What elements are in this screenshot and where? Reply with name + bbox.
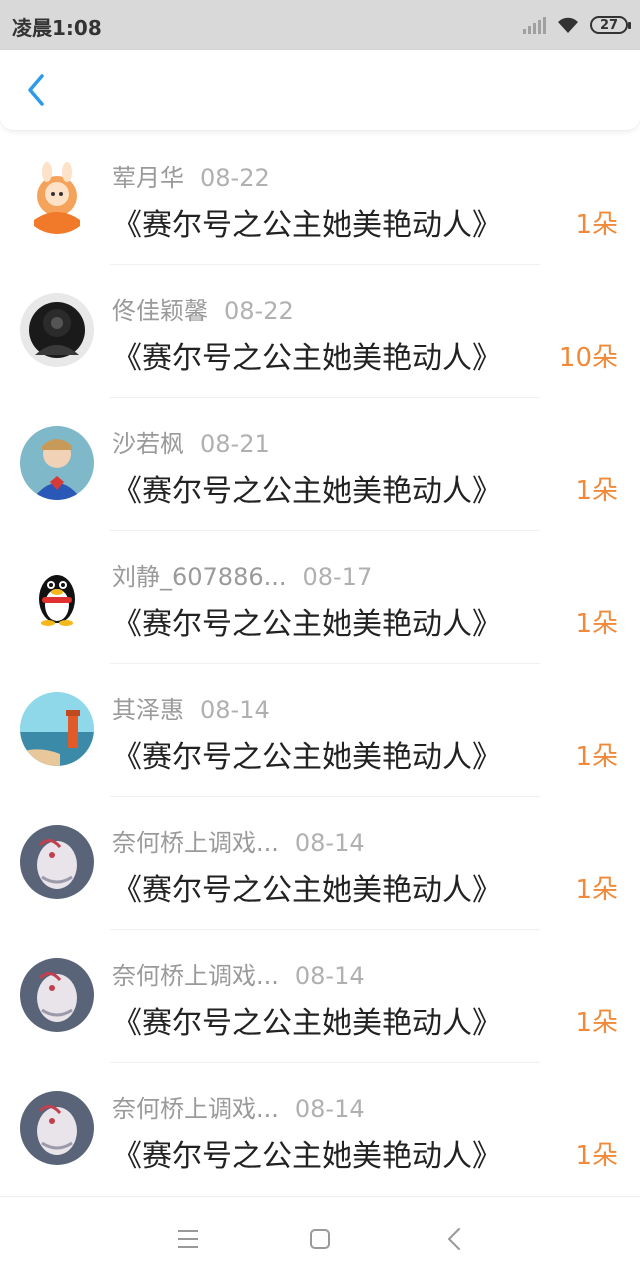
date: 08-14 bbox=[200, 696, 270, 724]
header bbox=[0, 50, 640, 131]
user-name: 其泽惠 bbox=[112, 696, 184, 724]
list-item[interactable]: 荤月华 08-22 《赛尔号之公主她美艳动人》 1朵 bbox=[0, 132, 640, 265]
book-title: 《赛尔号之公主她美艳动人》 bbox=[112, 873, 502, 908]
avatar bbox=[20, 293, 94, 367]
avatar bbox=[20, 160, 94, 234]
item-meta: 其泽惠 08-14 bbox=[112, 690, 270, 725]
battery-level: 27 bbox=[599, 17, 619, 33]
avatar bbox=[20, 825, 94, 899]
flower-count: 10朵 bbox=[558, 343, 618, 373]
date: 08-22 bbox=[224, 297, 294, 325]
flower-count: 1朵 bbox=[575, 609, 618, 639]
item-meta: 奈何桥上调戏... 08-14 bbox=[112, 956, 365, 991]
avatar bbox=[20, 559, 94, 633]
book-title: 《赛尔号之公主她美艳动人》 bbox=[112, 341, 502, 376]
user-name: 奈何桥上调戏... bbox=[112, 962, 279, 990]
list-item[interactable]: 奈何桥上调戏... 08-14 《赛尔号之公主她美艳动人》 1朵 bbox=[0, 797, 640, 930]
list-item[interactable]: 刘静_607886... 08-17 《赛尔号之公主她美艳动人》 1朵 bbox=[0, 531, 640, 664]
date: 08-22 bbox=[200, 164, 270, 192]
wifi-icon bbox=[556, 15, 580, 35]
back-icon bbox=[448, 1228, 460, 1250]
flower-count: 1朵 bbox=[575, 476, 618, 506]
user-name: 沙若枫 bbox=[112, 430, 184, 458]
flower-count: 1朵 bbox=[575, 875, 618, 905]
flower-count: 1朵 bbox=[575, 1008, 618, 1038]
book-title: 《赛尔号之公主她美艳动人》 bbox=[112, 208, 502, 243]
date: 08-14 bbox=[294, 1095, 365, 1123]
avatar bbox=[20, 426, 94, 500]
date: 08-17 bbox=[302, 563, 373, 591]
user-name: 奈何桥上调戏... bbox=[112, 829, 279, 857]
back-button[interactable] bbox=[18, 72, 54, 108]
signal-icon bbox=[523, 16, 546, 34]
list-item[interactable]: 佟佳颖馨 08-22 《赛尔号之公主她美艳动人》 10朵 bbox=[0, 265, 640, 398]
item-meta: 荤月华 08-22 bbox=[112, 158, 270, 193]
list-item[interactable]: 奈何桥上调戏... 08-14 《赛尔号之公主她美艳动人》 1朵 bbox=[0, 1063, 640, 1196]
item-meta: 奈何桥上调戏... 08-14 bbox=[112, 1089, 365, 1124]
book-title: 《赛尔号之公主她美艳动人》 bbox=[112, 1006, 502, 1041]
item-meta: 佟佳颖馨 08-22 bbox=[112, 291, 294, 326]
home-icon bbox=[310, 1229, 330, 1249]
status-icons: 27 bbox=[523, 12, 631, 38]
flower-count: 1朵 bbox=[575, 1141, 618, 1171]
home-button[interactable] bbox=[304, 1223, 336, 1255]
user-name: 荤月华 bbox=[112, 164, 184, 192]
item-meta: 奈何桥上调戏... 08-14 bbox=[112, 823, 365, 858]
menu-icon bbox=[178, 1230, 198, 1248]
date: 08-14 bbox=[294, 829, 365, 857]
status-time: 凌晨1:08 bbox=[12, 16, 102, 40]
list-item[interactable]: 奈何桥上调戏... 08-14 《赛尔号之公主她美艳动人》 1朵 bbox=[0, 930, 640, 1063]
list-item[interactable]: 沙若枫 08-21 《赛尔号之公主她美艳动人》 1朵 bbox=[0, 398, 640, 531]
list-item[interactable]: 其泽惠 08-14 《赛尔号之公主她美艳动人》 1朵 bbox=[0, 664, 640, 797]
chevron-left-icon bbox=[28, 74, 44, 106]
user-name: 佟佳颖馨 bbox=[112, 297, 208, 325]
gift-list: 荤月华 08-22 《赛尔号之公主她美艳动人》 1朵 佟佳颖馨 08-22 《赛尔号… bbox=[0, 132, 640, 1196]
flower-count: 1朵 bbox=[575, 210, 618, 240]
item-meta: 沙若枫 08-21 bbox=[112, 424, 270, 459]
flower-count: 1朵 bbox=[575, 742, 618, 772]
book-title: 《赛尔号之公主她美艳动人》 bbox=[112, 1139, 502, 1174]
user-name: 刘静_607886... bbox=[112, 563, 287, 591]
menu-button[interactable] bbox=[172, 1223, 204, 1255]
battery-icon: 27 bbox=[590, 16, 631, 34]
item-meta: 刘静_607886... 08-17 bbox=[112, 557, 372, 592]
date: 08-14 bbox=[294, 962, 365, 990]
avatar bbox=[20, 1091, 94, 1165]
nav-back-button[interactable] bbox=[438, 1223, 470, 1255]
avatar bbox=[20, 692, 94, 766]
user-name: 奈何桥上调戏... bbox=[112, 1095, 279, 1123]
date: 08-21 bbox=[200, 430, 270, 458]
book-title: 《赛尔号之公主她美艳动人》 bbox=[112, 607, 502, 642]
system-nav-bar bbox=[0, 1196, 640, 1281]
book-title: 《赛尔号之公主她美艳动人》 bbox=[112, 474, 502, 509]
avatar bbox=[20, 958, 94, 1032]
book-title: 《赛尔号之公主她美艳动人》 bbox=[112, 740, 502, 775]
status-bar: 凌晨1:08 27 bbox=[0, 0, 640, 50]
